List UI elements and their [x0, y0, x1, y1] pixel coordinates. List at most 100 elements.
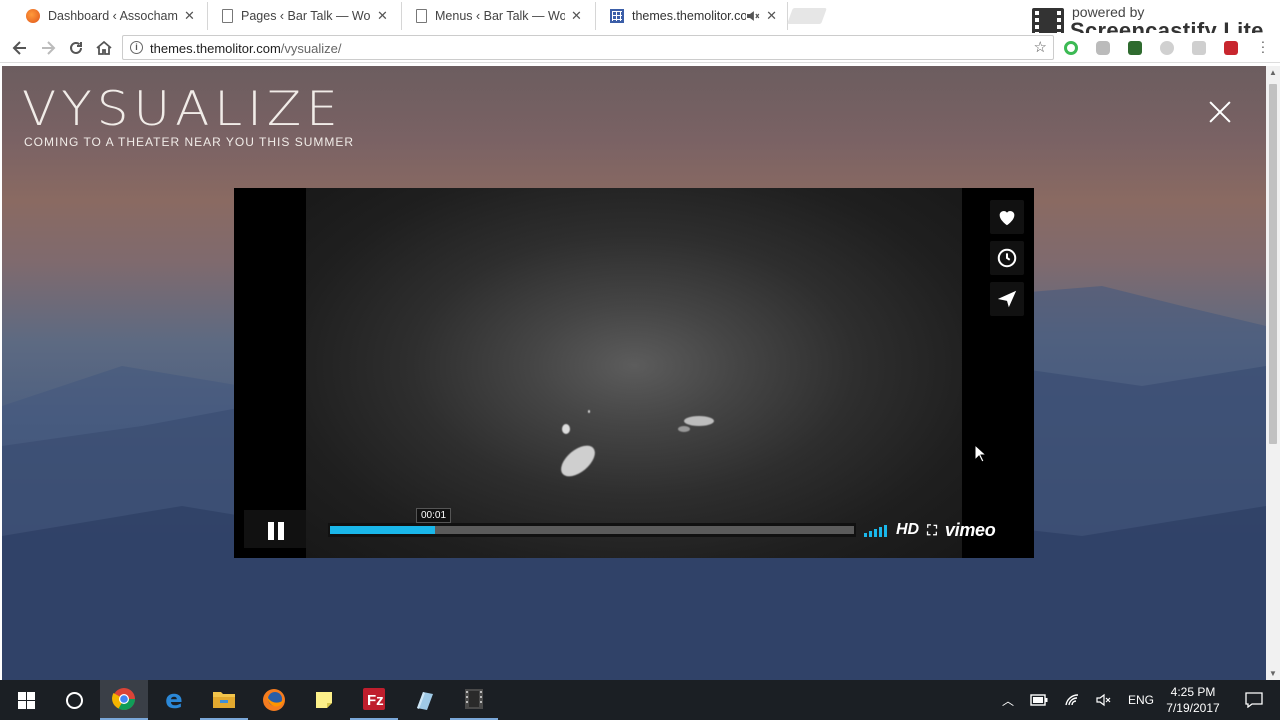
folder-icon: [213, 692, 235, 708]
taskbar-app[interactable]: [400, 680, 448, 720]
clock-date: 7/19/2017: [1166, 701, 1220, 715]
system-tray: ︿ ENG: [1002, 680, 1162, 720]
tab-title: themes.themolitor.com: [632, 9, 747, 23]
start-button[interactable]: [2, 680, 50, 720]
page-viewport: VYSUALIZE COMING TO A THEATER NEAR YOU T…: [2, 66, 1266, 680]
edge-icon: e: [165, 685, 183, 715]
bookmark-star-icon[interactable]: ☆: [1034, 38, 1047, 56]
extension-camera-icon[interactable]: [1192, 41, 1206, 55]
scrollbar-thumb[interactable]: [1269, 84, 1277, 444]
url-path: /vysualize/: [280, 41, 342, 56]
tab-menus[interactable]: Menus ‹ Bar Talk — WordP ✕: [402, 2, 596, 30]
firefox-icon: [263, 689, 285, 711]
tab-dashboard[interactable]: Dashboard ‹ Assocham Pr ✕: [12, 2, 208, 30]
document-icon: [416, 9, 427, 23]
speaker-muted-icon[interactable]: [1096, 693, 1112, 707]
video-player[interactable]: 00:01 HD ⛶ vimeo: [234, 188, 1034, 558]
video-frame[interactable]: [306, 188, 962, 558]
taskbar-edge[interactable]: e: [150, 680, 198, 720]
progress-track[interactable]: [330, 526, 854, 534]
address-bar[interactable]: i themes.themolitor.com/vysualize/ ☆: [122, 35, 1054, 60]
language-indicator[interactable]: ENG: [1128, 693, 1154, 707]
taskbar-file-explorer[interactable]: [200, 680, 248, 720]
mouse-cursor-icon: [974, 444, 988, 463]
extension-dark-green-icon[interactable]: [1128, 41, 1142, 55]
svg-text:Fz: Fz: [367, 692, 384, 709]
tab-themolitor[interactable]: themes.themolitor.com ✕: [596, 2, 788, 30]
chrome-icon: [112, 688, 135, 710]
site-tagline: COMING TO A THEATER NEAR YOU THIS SUMMER: [24, 135, 355, 149]
home-icon[interactable]: [94, 38, 114, 58]
video-particle: [678, 426, 690, 432]
windows-taskbar: e Fz ︿ ENG 4:25 PM 7/19/2017: [0, 680, 1280, 720]
filezilla-icon: Fz: [363, 688, 385, 710]
cortana-circle-icon: [65, 691, 83, 709]
progress-bar[interactable]: [328, 523, 856, 537]
sticky-note-icon: [316, 692, 332, 708]
address-url: themes.themolitor.com/vysualize/: [150, 41, 341, 56]
forward-arrow-icon[interactable]: [38, 38, 58, 58]
tab-title: Pages ‹ Bar Talk — WordPr: [241, 9, 371, 23]
video-spacecraft: [555, 439, 601, 483]
taskbar-video-app[interactable]: [450, 680, 498, 720]
page-scrollbar[interactable]: ▲ ▼: [1266, 66, 1280, 680]
site-logo-title: VYSUALIZE: [22, 81, 343, 137]
player-controls: HD ⛶ vimeo: [864, 514, 996, 546]
back-arrow-icon[interactable]: [10, 38, 30, 58]
browser-toolbar: i themes.themolitor.com/vysualize/ ☆ · · ·: [0, 33, 1280, 63]
new-tab-button[interactable]: [787, 8, 827, 24]
close-icon[interactable]: [1205, 96, 1235, 126]
vimeo-logo[interactable]: vimeo: [945, 520, 996, 541]
muted-speaker-icon[interactable]: [746, 10, 760, 22]
eraser-app-icon: [417, 692, 433, 710]
extension-skype-icon[interactable]: [1160, 41, 1174, 55]
pause-icon: [268, 522, 274, 540]
heart-icon: [999, 211, 1015, 226]
favicon-orange-icon: [26, 9, 40, 23]
extension-red-icon[interactable]: [1224, 41, 1238, 55]
close-tab-icon[interactable]: ✕: [571, 8, 582, 24]
taskbar-sticky-notes[interactable]: [300, 680, 348, 720]
battery-icon[interactable]: [1030, 694, 1048, 706]
fullscreen-icon[interactable]: ⛶: [927, 522, 937, 539]
windows-logo-icon: [17, 691, 35, 709]
cortana-button[interactable]: [50, 680, 98, 720]
tab-pages[interactable]: Pages ‹ Bar Talk — WordPr ✕: [208, 2, 402, 30]
taskbar-filezilla[interactable]: Fz: [350, 680, 398, 720]
scroll-up-icon[interactable]: ▲: [1269, 68, 1277, 77]
pause-icon: [278, 522, 284, 540]
action-center-button[interactable]: [1230, 680, 1278, 720]
url-host: themes.themolitor.com: [150, 41, 281, 56]
browser-menu-icon[interactable]: · · ·: [1258, 34, 1268, 58]
video-particle: [588, 410, 590, 413]
video-spacecraft: [684, 416, 714, 426]
taskbar-clock[interactable]: 4:25 PM 7/19/2017: [1164, 684, 1222, 716]
tab-strip: Dashboard ‹ Assocham Pr ✕ Pages ‹ Bar Ta…: [0, 0, 1280, 43]
grid-favicon-icon: [610, 9, 624, 23]
wifi-icon[interactable]: [1064, 693, 1080, 707]
extension-grey-icon[interactable]: [1096, 41, 1110, 55]
extension-green-icon[interactable]: [1064, 41, 1078, 55]
close-tab-icon[interactable]: ✕: [766, 8, 777, 24]
tab-title: Dashboard ‹ Assocham Pr: [48, 9, 178, 23]
film-strip-icon: [465, 689, 483, 709]
close-tab-icon[interactable]: ✕: [377, 8, 388, 24]
share-button[interactable]: [990, 282, 1024, 316]
clock-time: 4:25 PM: [1170, 685, 1216, 699]
close-tab-icon[interactable]: ✕: [184, 8, 195, 24]
info-icon[interactable]: i: [130, 41, 143, 54]
taskbar-firefox[interactable]: [250, 680, 298, 720]
time-tooltip: 00:01: [416, 508, 452, 527]
scroll-down-icon[interactable]: ▼: [1269, 669, 1277, 678]
taskbar-chrome[interactable]: [100, 680, 148, 720]
volume-icon[interactable]: [864, 523, 888, 537]
chevron-up-icon[interactable]: ︿: [1002, 692, 1014, 709]
watch-later-button[interactable]: [990, 241, 1024, 275]
tab-title: Menus ‹ Bar Talk — WordP: [435, 9, 565, 23]
reload-icon[interactable]: [66, 38, 86, 58]
hd-button[interactable]: HD: [896, 521, 919, 539]
progress-fill: [330, 526, 435, 534]
like-button[interactable]: [990, 200, 1024, 234]
pause-button[interactable]: [244, 510, 306, 548]
clock-icon: [997, 248, 1017, 268]
